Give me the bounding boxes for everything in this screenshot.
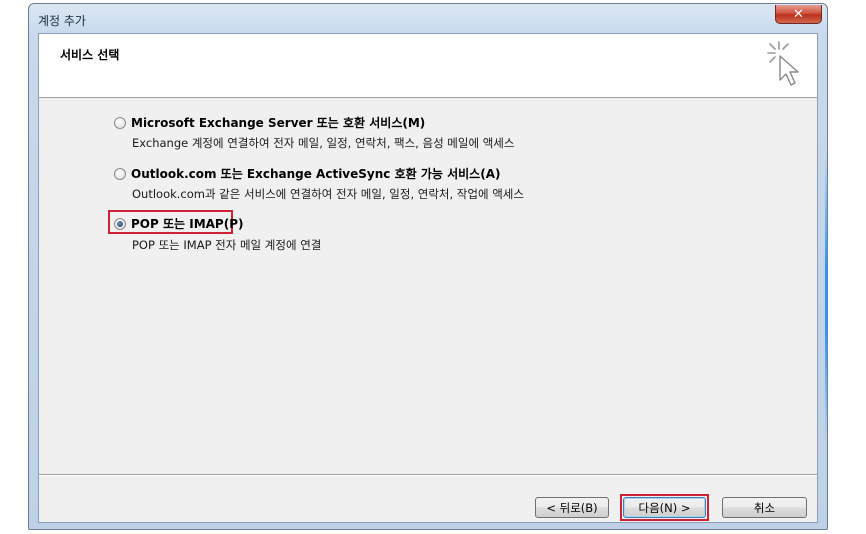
dialog-client-area: 서비스 선택 Microsoft Exchange Server 또는 호환 서… <box>38 33 818 523</box>
dialog-window: 계정 추가 ✕ 서비스 선택 Microsoft Exchange Server… <box>28 3 828 530</box>
activesync-option-label[interactable]: Outlook.com 또는 Exchange ActiveSync 호환 가능… <box>131 165 500 182</box>
wizard-header: 서비스 선택 <box>39 34 817 98</box>
activesync-option-description: Outlook.com과 같은 서비스에 연결하여 전자 메일, 일정, 연락처… <box>132 187 524 201</box>
cancel-button[interactable]: 취소 <box>722 497 807 518</box>
pop-imap-radio[interactable] <box>114 218 126 230</box>
window-title: 계정 추가 <box>38 14 86 28</box>
next-button[interactable]: 다음(N) > <box>623 497 706 518</box>
close-icon: ✕ <box>793 6 804 22</box>
activesync-radio[interactable] <box>114 168 126 180</box>
exchange-radio[interactable] <box>114 117 126 129</box>
back-button[interactable]: < 뒤로(B) <box>535 497 609 518</box>
close-button[interactable]: ✕ <box>775 5 822 24</box>
page-title: 서비스 선택 <box>60 48 120 62</box>
pop-imap-option-description: POP 또는 IMAP 전자 메일 계정에 연결 <box>132 238 322 252</box>
exchange-option-label[interactable]: Microsoft Exchange Server 또는 호환 서비스(M) <box>131 114 425 131</box>
pop-imap-option-label[interactable]: POP 또는 IMAP(P) <box>131 215 243 232</box>
exchange-option-description: Exchange 계정에 연결하여 전자 메일, 일정, 연락처, 팩스, 음성… <box>132 136 515 150</box>
footer-divider <box>39 474 817 475</box>
wizard-cursor-icon <box>767 41 799 86</box>
